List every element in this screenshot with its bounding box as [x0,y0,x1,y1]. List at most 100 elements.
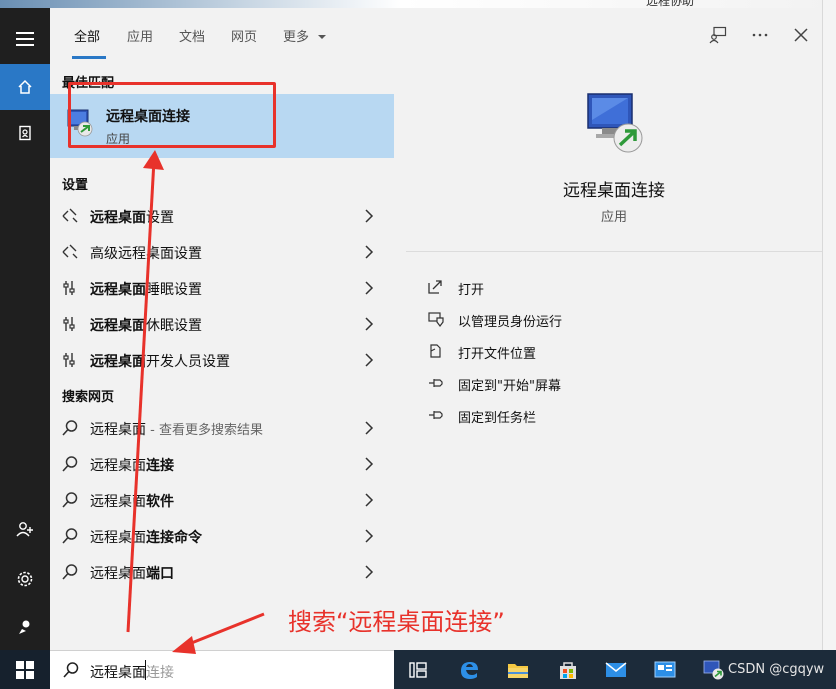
action-label: 固定到任务栏 [458,411,537,426]
person-feedback-icon [709,26,727,44]
web-item-suggestion: 端口 [146,566,174,582]
feedback-tool-button[interactable] [706,23,730,47]
tab-web[interactable]: 网页 [231,26,257,45]
search-icon [62,492,78,508]
task-view-button[interactable] [404,656,432,684]
chevron-right-icon[interactable] [363,316,375,332]
chevron-right-icon[interactable] [363,244,375,260]
settings-item[interactable]: 远程桌面休眠设置 [50,306,394,342]
feedback-button[interactable] [0,604,50,650]
web-item-suggestion: 软件 [146,494,174,510]
web-item-query: 远程桌面 [90,566,146,582]
folder-icon [508,664,528,678]
tab-documents[interactable]: 文档 [179,26,205,45]
section-web: 搜索网页 [62,390,115,405]
chevron-right-icon[interactable] [363,528,375,544]
action-run-as-admin[interactable]: 以管理员身份运行 [428,308,728,332]
app-detail-type: 应用 [600,210,627,225]
account-button[interactable] [0,506,50,552]
settings-button[interactable] [0,556,50,602]
search-icon [63,662,79,678]
hamburger-menu-button[interactable] [0,16,50,62]
search-icon [62,528,78,544]
add-user-icon [16,522,33,537]
store-bag-icon [560,662,576,679]
action-label: 打开 [458,283,485,298]
action-open-file-location[interactable]: 打开文件位置 [428,340,728,364]
search-input-text: 远程桌面 [90,665,146,681]
chevron-right-icon[interactable] [363,280,375,296]
tab-apps[interactable]: 应用 [127,26,153,45]
taskbar-search-box[interactable]: 远程桌面 连接 [50,650,394,689]
settings-item-rest: 高级远程桌面设置 [90,246,202,262]
settings-item[interactable]: 远程桌面开发人员设置 [50,342,394,378]
app-detail-title: 远程桌面连接 [563,181,665,201]
chevron-right-icon[interactable] [363,456,375,472]
web-search-item[interactable]: 远程桌面连接命令 [50,518,394,554]
action-open[interactable]: 打开 [428,276,728,300]
action-pin-to-start[interactable]: 固定到"开始"屏幕 [428,372,728,396]
settings-item[interactable]: 远程桌面设置 [50,198,394,234]
chevron-right-icon[interactable] [363,492,375,508]
settings-item[interactable]: 高级远程桌面设置 [50,234,394,270]
pin-icon [429,379,443,387]
settings-item-match: 远程桌面 [90,318,146,334]
action-label: 固定到"开始"屏幕 [458,379,561,394]
control-panel-button[interactable] [651,656,679,684]
edge-button[interactable] [455,656,483,684]
hamburger-icon [16,32,34,46]
remote-desktop-icon [703,660,724,680]
tab-more[interactable]: 更多 [283,26,327,45]
app-detail-header: 远程桌面连接 应用 [406,60,822,252]
mail-button[interactable] [602,656,630,684]
settings-item[interactable]: 远程桌面睡眠设置 [50,270,394,306]
home-button[interactable] [0,64,50,110]
annotation-highlight-box [68,82,276,148]
active-tab-indicator [72,56,106,59]
remote-desktop-large-icon [584,90,646,160]
search-autocomplete-hint: 连接 [146,665,174,681]
remote-desktop-taskbar-button[interactable] [700,656,728,684]
chevron-right-icon[interactable] [363,420,375,436]
web-search-item[interactable]: 远程桌面端口 [50,554,394,590]
app-detail-panel: 远程桌面连接 应用 打开 以管理员身份运行 打开文件位置 固定到"开始"屏幕 固… [406,60,822,650]
windows-logo-icon [16,660,34,679]
task-view-icon [409,662,427,678]
feedback-icon [19,620,30,634]
edge-browser-icon [461,662,478,679]
remote-settings-icon [62,208,78,223]
store-button[interactable] [554,656,582,684]
filter-tabs: 全部 应用 文档 网页 更多 [50,8,822,60]
mail-icon [605,662,627,677]
web-item-note: - 查看更多搜索结果 [146,423,263,438]
chevron-right-icon[interactable] [363,352,375,368]
close-button[interactable] [789,23,813,47]
web-search-item[interactable]: 远程桌面 - 查看更多搜索结果 [50,410,394,446]
web-search-item[interactable]: 远程桌面软件 [50,482,394,518]
file-explorer-button[interactable] [504,656,532,684]
file-location-icon [430,344,441,358]
watermark: CSDN @cgqyw [728,662,825,677]
search-icon [62,564,78,580]
control-panel-icon [654,661,676,678]
tab-all[interactable]: 全部 [74,26,100,45]
tab-more-label: 更多 [283,30,310,45]
web-item-query: 远程桌面 [90,530,146,546]
open-icon [428,280,442,294]
ellipsis-icon [752,33,768,37]
sliders-icon [63,353,75,367]
notebook-icon [19,125,31,141]
start-button[interactable] [0,650,50,689]
chevron-right-icon[interactable] [363,208,375,224]
results-list: 最佳匹配 远程桌面连接 应用 设置 远程桌面设置 高级远程桌面设置 远程桌面睡眠… [50,60,394,650]
notebook-button[interactable] [0,110,50,156]
web-item-query: 远程桌面 [90,458,146,474]
sliders-icon [63,281,75,295]
action-label: 打开文件位置 [458,347,537,362]
settings-item-rest: 设置 [146,210,174,226]
action-pin-to-taskbar[interactable]: 固定到任务栏 [428,404,728,428]
settings-item-match: 远程桌面 [90,354,146,370]
chevron-right-icon[interactable] [363,564,375,580]
more-options-button[interactable] [748,23,772,47]
web-search-item[interactable]: 远程桌面连接 [50,446,394,482]
